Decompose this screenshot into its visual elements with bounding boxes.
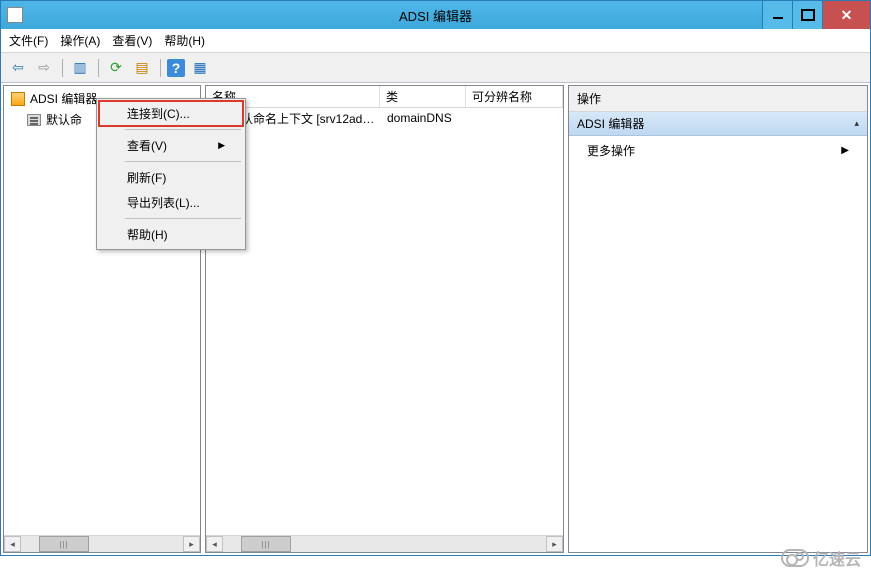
actions-pane: 操作 ADSI 编辑器 ▴ 更多操作 ▶	[568, 85, 868, 553]
scroll-right-button[interactable]: ▸	[183, 536, 200, 552]
collapse-icon: ▴	[854, 118, 859, 129]
watermark-text: 亿速云	[813, 546, 861, 570]
menu-bar: 文件(F) 操作(A) 查看(V) 帮助(H)	[1, 29, 870, 53]
list-scrollbar[interactable]: ◂ ||| ▸	[206, 535, 563, 552]
tree-child-label: 默认命	[46, 111, 82, 128]
tree-scrollbar[interactable]: ◂ ||| ▸	[4, 535, 200, 552]
minimize-button[interactable]	[762, 1, 792, 29]
actions-more-item[interactable]: 更多操作 ▶	[569, 136, 867, 165]
submenu-arrow-icon: ▶	[841, 145, 849, 156]
scroll-right-button[interactable]: ▸	[546, 536, 563, 552]
app-icon	[7, 7, 23, 23]
context-view-item[interactable]: 查看(V) ▶	[99, 133, 243, 158]
show-hide-tree-icon[interactable]: ▥	[69, 57, 91, 79]
menu-help[interactable]: 帮助(H)	[164, 32, 205, 49]
close-button[interactable]	[822, 1, 870, 29]
title-bar[interactable]: ADSI 编辑器	[1, 1, 870, 29]
menu-separator	[125, 218, 241, 219]
scroll-track[interactable]: |||	[223, 536, 546, 552]
toolbar-separator	[95, 57, 101, 79]
export-list-icon[interactable]: ▤	[131, 57, 153, 79]
refresh-icon[interactable]: ⟳	[105, 57, 127, 79]
menu-separator	[125, 129, 241, 130]
context-connect-item[interactable]: 连接到(C)...	[99, 101, 243, 126]
column-headers: 名称 类 可分辨名称	[206, 86, 563, 108]
column-class[interactable]: 类	[380, 86, 466, 107]
forward-arrow-icon: ⇨	[33, 57, 55, 79]
toolbar-separator	[59, 57, 65, 79]
scroll-thumb[interactable]: |||	[39, 536, 89, 552]
submenu-arrow-icon: ▶	[218, 140, 225, 151]
scroll-left-button[interactable]: ◂	[4, 536, 21, 552]
context-refresh-label: 刷新(F)	[127, 169, 166, 186]
actions-group-label: ADSI 编辑器	[577, 115, 644, 132]
window-title: ADSI 编辑器	[399, 6, 472, 25]
toolbar: ⇦ ⇨ ▥ ⟳ ▤ ? ▦	[1, 53, 870, 83]
scroll-thumb[interactable]: |||	[241, 536, 291, 552]
context-refresh-item[interactable]: 刷新(F)	[99, 165, 243, 190]
scroll-track[interactable]: |||	[21, 536, 183, 552]
toolbar-separator	[157, 57, 163, 79]
context-export-item[interactable]: 导出列表(L)...	[99, 190, 243, 215]
list-cell-class: domainDNS	[381, 111, 467, 125]
scroll-left-button[interactable]: ◂	[206, 536, 223, 552]
window-controls	[762, 1, 870, 29]
tree-root-label: ADSI 编辑器	[30, 90, 97, 107]
menu-view[interactable]: 查看(V)	[112, 32, 152, 49]
properties-icon[interactable]: ▦	[189, 57, 211, 79]
watermark: 亿速云	[781, 546, 861, 570]
actions-header: 操作	[569, 86, 867, 112]
context-connect-label: 连接到(C)...	[127, 105, 190, 122]
actions-item-label: 更多操作	[587, 142, 635, 159]
column-dn[interactable]: 可分辨名称	[466, 86, 563, 107]
list-item[interactable]: 认命名上下文 [srv12ad0... domainDNS	[207, 109, 562, 127]
adsi-editor-icon	[10, 91, 26, 107]
menu-action[interactable]: 操作(A)	[60, 32, 100, 49]
context-view-label: 查看(V)	[127, 137, 167, 154]
maximize-button[interactable]	[792, 1, 822, 29]
context-menu: 连接到(C)... 查看(V) ▶ 刷新(F) 导出列表(L)... 帮助(H)	[96, 98, 246, 250]
menu-separator	[125, 161, 241, 162]
watermark-logo-icon	[781, 549, 809, 567]
list-pane: 名称 类 可分辨名称 认命名上下文 [srv12ad0... domainDNS…	[205, 85, 564, 553]
context-help-label: 帮助(H)	[127, 226, 168, 243]
naming-context-icon	[26, 112, 42, 128]
actions-group[interactable]: ADSI 编辑器 ▴	[569, 112, 867, 136]
context-help-item[interactable]: 帮助(H)	[99, 222, 243, 247]
back-arrow-icon[interactable]: ⇦	[7, 57, 29, 79]
help-icon[interactable]: ?	[167, 59, 185, 77]
application-window: ADSI 编辑器 文件(F) 操作(A) 查看(V) 帮助(H) ⇦ ⇨ ▥ ⟳…	[0, 0, 871, 556]
menu-file[interactable]: 文件(F)	[9, 32, 48, 49]
context-export-label: 导出列表(L)...	[127, 194, 200, 211]
list-view[interactable]: 认命名上下文 [srv12ad0... domainDNS	[206, 108, 563, 535]
